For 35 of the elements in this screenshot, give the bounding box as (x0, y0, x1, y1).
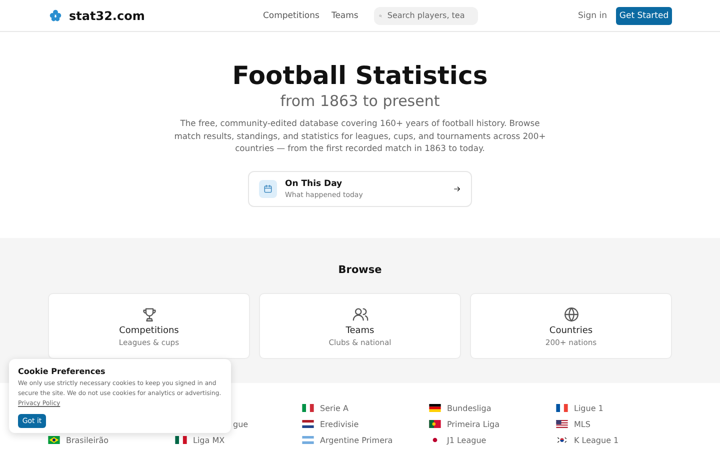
get-started-button[interactable]: Get Started (616, 6, 672, 24)
league-link[interactable]: Brasileirão (66, 436, 109, 444)
arrow-right-icon (453, 184, 461, 192)
league-link[interactable]: Ligue 1 (574, 404, 604, 412)
league-link[interactable]: Argentine Primera (320, 436, 393, 444)
nav-link[interactable]: Teams (331, 10, 358, 20)
section-title: Browse (337, 263, 383, 277)
globe-icon (562, 306, 580, 323)
intro-text: The free, community-edited database covering 160+ years of football history. Browse match results, standings, and statistics for leagues, cups, and tournaments across 200+ countries — from the first recorded match in 1863 to today. (173, 117, 547, 154)
site-name[interactable]: stat32.com (69, 8, 145, 22)
sign-in-link[interactable]: Sign in (578, 10, 607, 20)
flag-icon (175, 436, 187, 444)
league-link[interactable]: Liga MX (193, 436, 225, 444)
people-icon (352, 306, 368, 323)
logo-icon (48, 8, 63, 23)
banner-title: Cookie Preferences (18, 367, 106, 377)
card-title: Competitions (119, 326, 179, 336)
league-link[interactable]: J1 League (447, 436, 486, 444)
league-link[interactable]: K League 1 (574, 436, 619, 444)
league-link[interactable]: Bundesliga (447, 404, 492, 412)
league-link[interactable]: Serie A (320, 404, 348, 412)
league-link[interactable]: MLS (574, 420, 590, 428)
league-link[interactable]: gue (233, 420, 248, 428)
card-title: Countries (549, 326, 593, 336)
league-link[interactable]: Eredivisie (320, 420, 359, 428)
league-link[interactable]: Primeira Liga (447, 420, 500, 428)
trophy-icon (140, 306, 158, 323)
search-field[interactable]: Search players, tea (374, 6, 478, 24)
flag-icon (48, 436, 60, 444)
card-title: On This Day (285, 178, 344, 188)
page-subtitle: from 1863 to present (280, 91, 440, 111)
card-title: Teams (346, 326, 374, 336)
page-title: Football Statistics (232, 61, 488, 91)
calendar-icon (263, 184, 273, 194)
nav-link[interactable]: Competitions (263, 10, 320, 20)
